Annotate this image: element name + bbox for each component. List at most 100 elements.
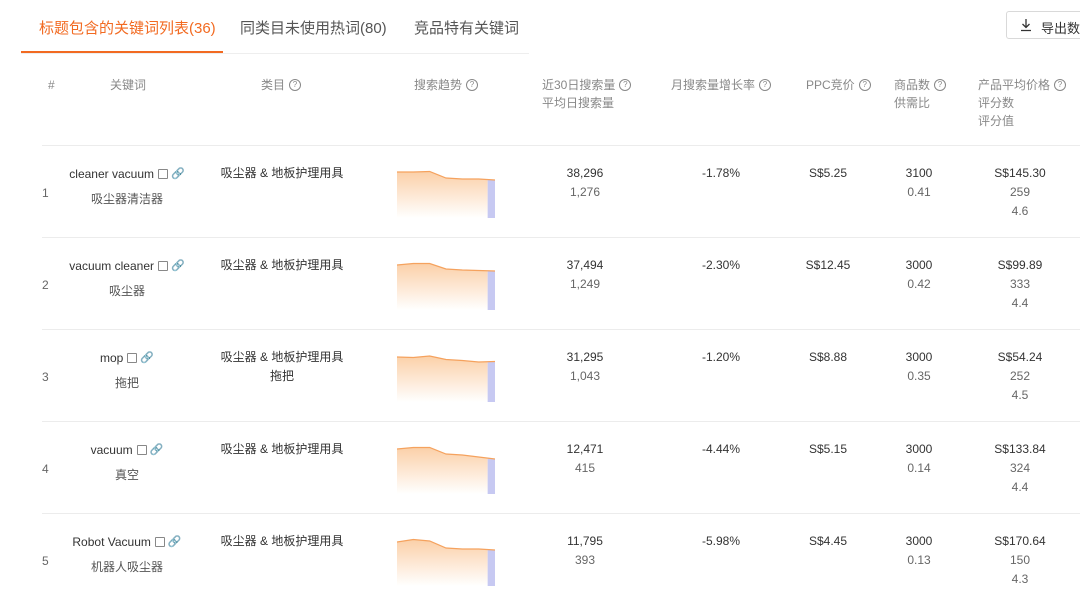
products-count: 3000 xyxy=(905,534,933,548)
price-cell: S$145.30 259 4.6 xyxy=(982,164,1058,221)
external-link-icon[interactable] xyxy=(154,536,165,547)
external-link-icon[interactable] xyxy=(158,168,168,179)
tab-competitor-keywords[interactable]: 竞品特有关键词 xyxy=(414,17,519,38)
trend-area xyxy=(397,447,488,494)
search-volume-cell: 37,494 1,249 xyxy=(547,256,623,294)
link-icon[interactable]: 🔗 xyxy=(140,349,154,368)
external-link-icon[interactable] xyxy=(158,260,168,271)
row-index: 3 xyxy=(42,370,49,384)
category-cell: 吸尘器 & 地板护理用具 拖把 xyxy=(212,348,352,386)
growth-rate: -5.98% xyxy=(701,534,741,548)
keyword-zh: 机器人吸尘器 xyxy=(90,560,163,575)
category-sub-label: 拖把 xyxy=(269,369,294,383)
col-rating-label: 评分值 xyxy=(978,114,1015,128)
col-products-header: 商品数? 供需比 xyxy=(894,76,947,112)
col-search-sublabel: 平均日搜索量 xyxy=(542,96,615,110)
export-button[interactable]: 导出数据 xyxy=(1006,11,1080,39)
table-row: 5 Robot Vacuum 🔗 机器人吸尘器 吸尘器 & 地板护理用具 11,7… xyxy=(42,513,1080,604)
products-cell: 3000 0.14 xyxy=(897,440,941,478)
keyword-en[interactable]: vacuum xyxy=(91,443,133,457)
avg-price: S$133.84 xyxy=(994,442,1046,456)
col-search-label: 近30日搜索量 xyxy=(542,78,616,92)
keyword-en[interactable]: vacuum cleaner xyxy=(69,259,154,273)
growth-rate: -4.44% xyxy=(701,442,741,456)
col-search-header: 近30日搜索量? 平均日搜索量 xyxy=(542,76,632,112)
search-daily: 1,249 xyxy=(569,277,601,291)
category-cell: 吸尘器 & 地板护理用具 xyxy=(212,532,352,551)
category-label: 吸尘器 & 地板护理用具 xyxy=(220,166,344,180)
help-icon[interactable]: ? xyxy=(619,78,632,91)
help-icon[interactable]: ? xyxy=(934,78,947,91)
link-icon[interactable]: 🔗 xyxy=(171,165,185,184)
row-index: 1 xyxy=(42,186,49,200)
growth-rate: -1.20% xyxy=(701,350,741,364)
help-icon[interactable]: ? xyxy=(759,78,772,91)
col-keyword-header: 关键词 xyxy=(110,78,147,92)
col-price-label: 产品平均价格 xyxy=(978,78,1051,92)
keyword-en[interactable]: cleaner vacuum xyxy=(69,167,154,181)
products-count: 3100 xyxy=(905,166,933,180)
keyword-zh: 拖把 xyxy=(114,376,139,391)
products-cell: 3000 0.13 xyxy=(897,532,941,570)
col-products-label: 商品数 xyxy=(894,78,931,92)
table-row: 1 cleaner vacuum 🔗 吸尘器清洁器 吸尘器 & 地板护理用具 38… xyxy=(42,145,1080,238)
search-trend-sparkline[interactable] xyxy=(397,350,495,402)
col-index-header: # xyxy=(48,78,55,92)
link-icon[interactable]: 🔗 xyxy=(171,257,185,276)
table-row: 4 vacuum 🔗 真空 吸尘器 & 地板护理用具 12,471 415 -4.… xyxy=(42,421,1080,514)
keyword-en[interactable]: Robot Vacuum xyxy=(72,535,151,549)
search-volume-cell: 12,471 415 xyxy=(547,440,623,478)
help-icon[interactable]: ? xyxy=(858,78,871,91)
search-30d: 11,795 xyxy=(567,534,603,548)
keyword-cell: vacuum 🔗 真空 xyxy=(62,441,192,485)
ppc-bid: S$5.25 xyxy=(808,166,848,180)
keyword-zh: 真空 xyxy=(114,468,139,483)
search-volume-cell: 31,295 1,043 xyxy=(547,348,623,386)
search-30d: 31,295 xyxy=(566,350,604,364)
link-icon[interactable]: 🔗 xyxy=(168,533,182,552)
rating-count: 259 xyxy=(1009,185,1031,199)
trend-current-segment xyxy=(487,179,495,218)
avg-price: S$170.64 xyxy=(994,534,1046,548)
rating-count: 252 xyxy=(1009,369,1031,383)
col-trend-header: 搜索趋势? xyxy=(414,76,479,94)
help-icon[interactable]: ? xyxy=(466,78,479,91)
products-cell: 3000 0.35 xyxy=(897,348,941,386)
trend-current-segment xyxy=(487,270,495,310)
help-icon[interactable]: ? xyxy=(1054,78,1067,91)
search-trend-sparkline[interactable] xyxy=(397,442,495,494)
avg-price: S$145.30 xyxy=(994,166,1046,180)
search-volume-cell: 11,795 393 xyxy=(547,532,623,570)
category-label: 吸尘器 & 地板护理用具 xyxy=(220,258,344,272)
search-30d: 12,471 xyxy=(566,442,604,456)
supply-ratio: 0.35 xyxy=(907,369,931,383)
keyword-cell: mop 🔗 拖把 xyxy=(62,349,192,393)
table-row: 3 mop 🔗 拖把 吸尘器 & 地板护理用具 拖把 31,295 1,043 -… xyxy=(42,329,1080,422)
link-icon[interactable]: 🔗 xyxy=(150,441,164,460)
search-daily: 1,276 xyxy=(569,185,601,199)
search-trend-sparkline[interactable] xyxy=(397,166,495,218)
supply-ratio: 0.41 xyxy=(907,185,931,199)
col-category-header: 类目? xyxy=(261,76,302,94)
search-trend-sparkline[interactable] xyxy=(397,258,495,310)
tab-unused-hot-words[interactable]: 同类目未使用热词(80) xyxy=(240,17,387,38)
supply-ratio: 0.13 xyxy=(907,553,931,567)
tab-title-keywords[interactable]: 标题包含的关键词列表(36) xyxy=(39,17,216,38)
col-supply-ratio-label: 供需比 xyxy=(894,96,931,110)
search-trend-sparkline[interactable] xyxy=(397,534,495,586)
keyword-cell: vacuum cleaner 🔗 吸尘器 xyxy=(62,257,192,301)
keyword-cell: cleaner vacuum 🔗 吸尘器清洁器 xyxy=(62,165,192,209)
category-label: 吸尘器 & 地板护理用具 xyxy=(220,534,344,548)
products-count: 3000 xyxy=(905,258,933,272)
search-daily: 415 xyxy=(574,461,596,475)
keyword-cell: Robot Vacuum 🔗 机器人吸尘器 xyxy=(62,533,192,577)
external-link-icon[interactable] xyxy=(136,444,147,455)
rating-value: 4.3 xyxy=(1011,572,1029,586)
external-link-icon[interactable] xyxy=(127,352,138,363)
rating-count: 150 xyxy=(1009,553,1031,567)
export-label: 导出数据 xyxy=(1041,21,1080,36)
keyword-en[interactable]: mop xyxy=(100,351,123,365)
rating-value: 4.6 xyxy=(1011,204,1029,218)
help-icon[interactable]: ? xyxy=(289,78,302,91)
category-label: 吸尘器 & 地板护理用具 xyxy=(220,442,344,456)
